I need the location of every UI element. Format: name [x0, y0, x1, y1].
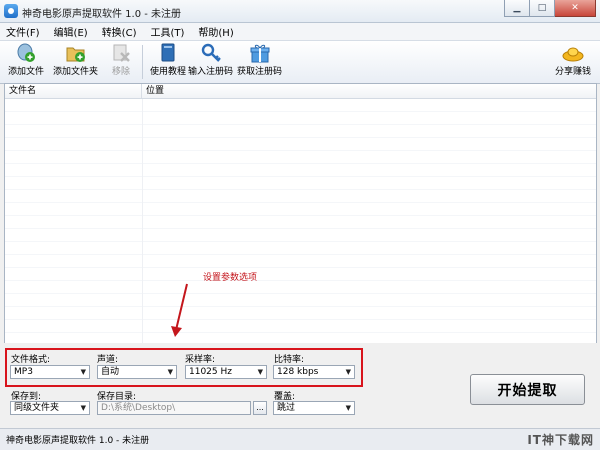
- menu-bar: 文件(F) 编辑(E) 转换(C) 工具(T) 帮助(H): [0, 23, 600, 40]
- browse-button[interactable]: ...: [253, 401, 267, 415]
- bitrate-value: 128 kbps: [277, 367, 319, 377]
- toolbar: 添加文件 添加文件夹 移除 使用教程 输入注册码 获取注册码 分享赚钱: [0, 40, 600, 84]
- get-code-label: 获取注册码: [237, 67, 283, 77]
- column-header-location[interactable]: 位置: [142, 84, 164, 98]
- gold-ingot-icon: [562, 43, 584, 63]
- start-extract-button[interactable]: 开始提取: [470, 374, 585, 405]
- window-title: 神奇电影原声提取软件 1.0 - 未注册: [22, 9, 182, 20]
- share-label: 分享赚钱: [555, 67, 592, 77]
- add-folder-icon: [65, 43, 87, 63]
- overwrite-select[interactable]: 跳过 ▼: [273, 401, 355, 415]
- tutorial-button[interactable]: 使用教程: [150, 43, 186, 81]
- maximize-button[interactable]: □: [530, 0, 555, 17]
- chevron-down-icon: ▼: [345, 368, 351, 376]
- remove-button[interactable]: 移除: [110, 43, 132, 81]
- add-file-label: 添加文件: [8, 67, 45, 77]
- channel-label: 声道:: [97, 355, 119, 365]
- book-icon: [157, 43, 179, 63]
- overwrite-value: 跳过: [277, 403, 296, 413]
- add-folder-label: 添加文件夹: [53, 67, 99, 77]
- format-select[interactable]: MP3 ▼: [10, 365, 90, 379]
- remove-label: 移除: [111, 67, 130, 77]
- chevron-down-icon: ▼: [80, 404, 86, 412]
- app-icon: [4, 4, 18, 18]
- add-folder-button[interactable]: 添加文件夹: [53, 43, 98, 81]
- file-list[interactable]: 文件名 位置: [4, 83, 597, 344]
- minimize-button[interactable]: ▁: [504, 0, 530, 17]
- watermark: IT神下载网: [527, 433, 594, 447]
- enter-code-label: 输入注册码: [188, 67, 234, 77]
- get-code-button[interactable]: 获取注册码: [237, 43, 282, 81]
- save-to-select[interactable]: 同级文件夹 ▼: [10, 401, 90, 415]
- share-button[interactable]: 分享赚钱: [555, 43, 591, 81]
- save-to-value: 同级文件夹: [14, 403, 60, 413]
- annotation-text: 设置参数选项: [203, 273, 258, 283]
- status-bar: 神奇电影原声提取软件 1.0 - 未注册 IT神下载网: [0, 428, 600, 450]
- menu-file[interactable]: 文件(F): [6, 24, 40, 39]
- channel-select[interactable]: 自动 ▼: [97, 365, 177, 379]
- add-file-icon: [15, 43, 37, 63]
- chevron-down-icon: ▼: [80, 368, 86, 376]
- column-header-filename[interactable]: 文件名: [5, 84, 142, 98]
- enter-code-button[interactable]: 输入注册码: [188, 43, 233, 81]
- add-file-button[interactable]: 添加文件: [8, 43, 44, 81]
- channel-value: 自动: [101, 367, 120, 377]
- list-header: 文件名 位置: [5, 84, 596, 99]
- remove-icon: [110, 43, 132, 63]
- save-dir-value: D:\系统\Desktop\: [101, 403, 176, 413]
- menu-tools[interactable]: 工具(T): [150, 24, 184, 39]
- format-label: 文件格式:: [11, 355, 51, 365]
- menu-convert[interactable]: 转换(C): [102, 24, 137, 39]
- samplerate-label: 采样率:: [185, 355, 216, 365]
- chevron-down-icon: ▼: [345, 404, 351, 412]
- window-controls: ▁ □ ✕: [504, 0, 596, 18]
- settings-panel: 文件格式: MP3 ▼ 声道: 自动 ▼ 采样率: 11025 Hz ▼ 比特率: 1…: [0, 343, 600, 428]
- chevron-down-icon: ▼: [257, 368, 263, 376]
- close-button[interactable]: ✕: [555, 0, 596, 17]
- samplerate-value: 11025 Hz: [189, 367, 232, 377]
- chevron-down-icon: ▼: [167, 368, 173, 376]
- save-dir-input[interactable]: D:\系统\Desktop\: [97, 401, 251, 415]
- key-icon: [200, 43, 222, 63]
- title-bar[interactable]: 神奇电影原声提取软件 1.0 - 未注册 ▁ □ ✕: [0, 0, 600, 23]
- menu-edit[interactable]: 编辑(E): [54, 24, 88, 39]
- bitrate-select[interactable]: 128 kbps ▼: [273, 365, 355, 379]
- status-text: 神奇电影原声提取软件 1.0 - 未注册: [6, 436, 150, 446]
- annotation-arrow: [171, 283, 188, 337]
- tutorial-label: 使用教程: [150, 67, 187, 77]
- list-body[interactable]: [5, 99, 596, 343]
- format-value: MP3: [14, 367, 33, 377]
- bitrate-label: 比特率:: [274, 355, 305, 365]
- toolbar-separator: [142, 45, 143, 79]
- samplerate-select[interactable]: 11025 Hz ▼: [185, 365, 267, 379]
- menu-help[interactable]: 帮助(H): [198, 24, 233, 39]
- gift-icon: [249, 43, 271, 63]
